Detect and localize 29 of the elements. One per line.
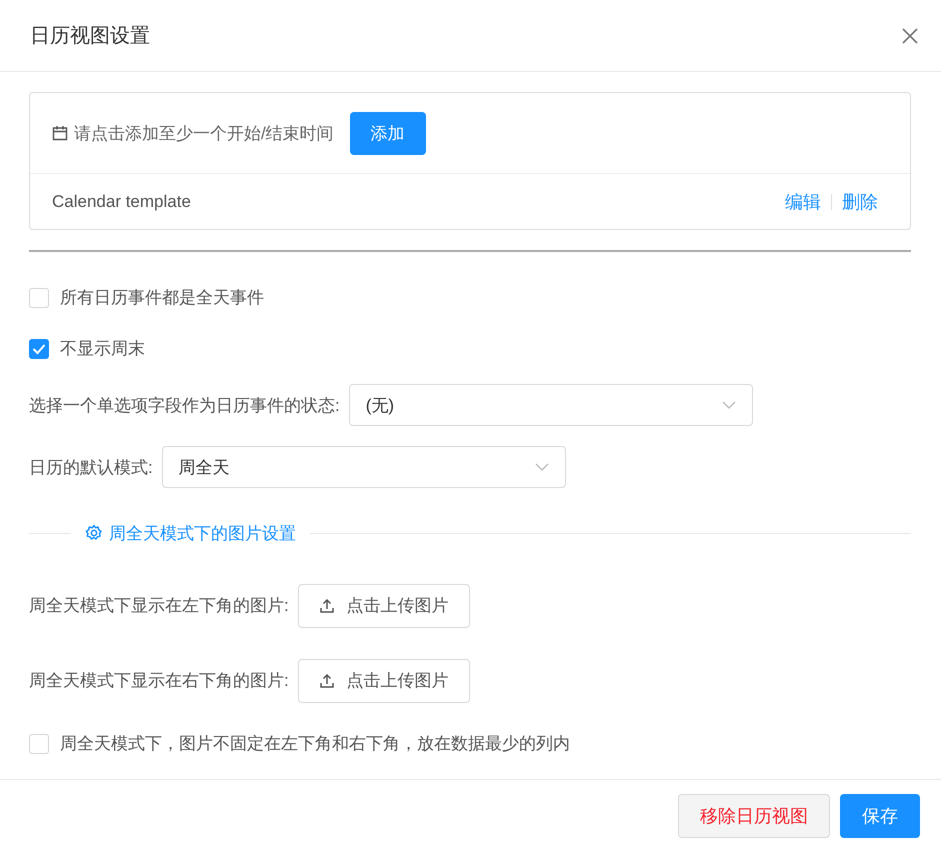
upload-icon	[318, 598, 335, 614]
field-label: 周全天模式下显示在右下角的图片:	[29, 670, 289, 692]
chevron-down-icon	[534, 463, 549, 471]
field-label: 周全天模式下显示在左下角的图片:	[29, 595, 289, 617]
hint-text: 请点击添加至少一个开始/结束时间	[74, 122, 334, 144]
upload-button[interactable]: 点击上传图片	[298, 584, 470, 628]
chevron-down-icon	[722, 401, 736, 409]
checkbox-label: 周全天模式下，图片不固定在左下角和右下角，放在数据最少的列内	[60, 733, 570, 755]
checkbox-label: 所有日历事件都是全天事件	[60, 287, 264, 309]
field-label: 选择一个单选项字段作为日历事件的状态:	[29, 394, 340, 416]
add-button[interactable]: 添加	[350, 112, 426, 154]
save-button[interactable]: 保存	[840, 794, 920, 838]
checkmark-icon	[32, 342, 46, 354]
calendar-icon	[52, 125, 68, 141]
template-name: Calendar template	[52, 192, 191, 212]
section-title: 周全天模式下的图片设置	[109, 522, 296, 544]
checkbox-label: 不显示周末	[60, 338, 145, 360]
settings-icon	[85, 524, 103, 542]
select-field[interactable]: (无)	[348, 384, 753, 426]
close-icon[interactable]	[901, 26, 919, 44]
upload-button[interactable]: 点击上传图片	[298, 658, 470, 702]
field-label: 日历的默认模式:	[29, 456, 153, 478]
action-link[interactable]: 删除	[842, 190, 878, 214]
upload-icon	[318, 672, 335, 688]
remove-button[interactable]: 移除日历视图	[678, 794, 830, 838]
checkbox[interactable]	[29, 338, 49, 358]
select-field[interactable]: 周全天	[162, 446, 566, 488]
action-link[interactable]: 编辑	[785, 190, 821, 214]
dialog-title: 日历视图设置	[30, 24, 150, 49]
